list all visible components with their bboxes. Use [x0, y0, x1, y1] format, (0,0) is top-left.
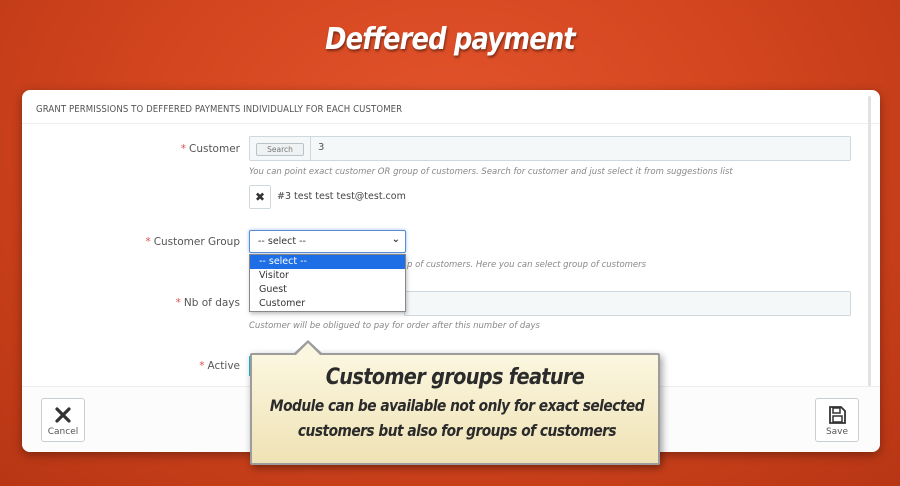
- close-icon: ✖: [254, 190, 266, 204]
- dropdown-option[interactable]: Guest: [250, 283, 405, 297]
- customer-label: * Customer: [180, 143, 240, 155]
- customer-group-selected-value: -- select --: [258, 236, 306, 247]
- nb-days-label: * Nb of days: [175, 297, 240, 309]
- customer-group-label: * Customer Group: [145, 236, 240, 248]
- dropdown-option[interactable]: Visitor: [250, 269, 405, 283]
- chevron-down-icon: ⌄: [391, 234, 400, 245]
- callout-line-1: Module can be available not only for exa…: [269, 396, 645, 415]
- callout-title: Customer groups feature: [325, 365, 585, 390]
- customer-group-dropdown: -- select -- Visitor Guest Customer: [249, 254, 406, 312]
- callout-line-2: customers but also for groups of custome…: [297, 421, 617, 440]
- search-addon: Search: [256, 143, 304, 156]
- cancel-button[interactable]: Cancel: [41, 398, 85, 442]
- dropdown-option[interactable]: Customer: [250, 297, 405, 311]
- feature-callout: Customer groups feature Module can be av…: [250, 353, 660, 465]
- customer-group-select[interactable]: -- select -- ⌄: [249, 230, 406, 253]
- save-button[interactable]: Save: [815, 398, 859, 442]
- customer-search-value: 3: [318, 142, 325, 153]
- selected-customer-text: #3 test test test@test.com: [277, 191, 406, 202]
- cancel-label: Cancel: [47, 427, 79, 437]
- panel-header: GRANT PERMISSIONS TO DEFFERED PAYMENTS I…: [22, 90, 880, 124]
- save-icon: [829, 406, 846, 424]
- active-label: * Active: [199, 360, 240, 372]
- required-mark: *: [180, 143, 186, 155]
- close-icon: [55, 407, 71, 423]
- banner-title: Deffered payment: [325, 22, 576, 57]
- dropdown-option[interactable]: -- select --: [250, 255, 405, 269]
- nb-days-help-text: Customer will be obligued to pay for ord…: [249, 321, 540, 331]
- save-label: Save: [825, 427, 849, 437]
- customer-help-text: You can point exact customer OR group of…: [249, 167, 733, 177]
- customer-group-help-text: p of customers. Here you can select grou…: [407, 260, 647, 270]
- remove-customer-button[interactable]: ✖: [249, 185, 271, 209]
- nb-days-input[interactable]: [404, 291, 851, 316]
- customer-search-input[interactable]: Search 3: [249, 136, 851, 161]
